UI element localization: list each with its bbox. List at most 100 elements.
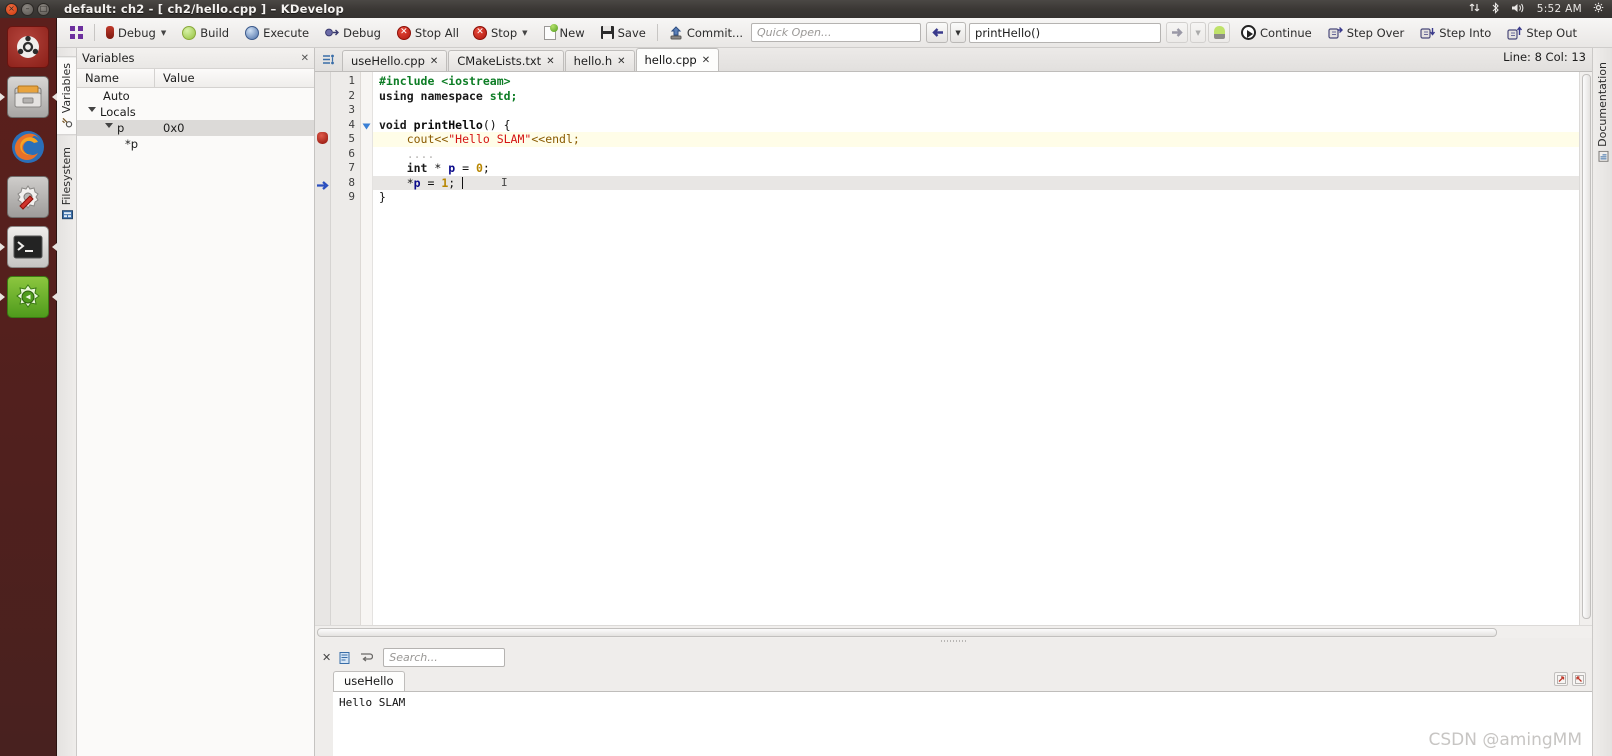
save-icon [600,26,614,39]
layout-grid-button[interactable] [62,21,88,45]
close-output-panel-icon[interactable]: ✕ [322,651,331,664]
commit-label: Commit... [686,25,744,40]
line-number: 5 [348,132,355,145]
code-editor[interactable]: 1 2 3 4 5 6 7 8 9 #include <iostream> us… [315,72,1592,625]
chevron-down-icon[interactable] [105,123,113,131]
step-into-button[interactable]: Step Into [1415,21,1496,45]
list-view-icon[interactable] [338,650,352,664]
new-file-button[interactable]: New [539,21,590,45]
detach-output-button[interactable] [1554,672,1568,686]
launcher-item-terminal[interactable] [4,222,53,271]
firefox-icon [7,126,49,168]
commit-icon [669,25,683,40]
save-button[interactable]: Save [596,21,651,45]
tab-useHello-cpp[interactable]: useHello.cpp ✕ [342,50,448,71]
launcher-item-ubuntu-dash[interactable] [4,22,53,71]
launcher-item-files[interactable] [4,72,53,121]
execute-icon [245,25,260,40]
code-token: std; [489,88,518,103]
breakpoint-marker[interactable] [317,132,328,144]
chevron-down-icon[interactable] [88,107,96,115]
hint-bulb-button[interactable] [1208,22,1231,43]
table-row[interactable]: Locals [77,104,314,120]
nav-forward-button[interactable] [1166,22,1189,43]
close-icon[interactable]: ✕ [430,56,438,67]
close-window-button[interactable]: × [5,2,18,16]
nav-forward-dropdown[interactable]: ▼ [1190,22,1207,43]
filesystem-tab-label: Filesystem [60,147,73,206]
word-wrap-icon[interactable] [359,650,374,664]
commit-button[interactable]: Commit... [664,21,748,45]
editor-horizontal-scrollbar[interactable] [315,625,1592,638]
variable-value: 0x0 [163,121,185,135]
tab-hello-cpp[interactable]: hello.cpp ✕ [635,48,720,71]
stop-button[interactable]: ✕ Stop ▼ [468,21,533,45]
console-output[interactable]: Hello SLAM CSDN @amingMM [333,672,1592,756]
launcher-item-kdevelop[interactable] [4,272,53,321]
step-out-button[interactable]: Step Out [1502,21,1582,45]
scrollbar-thumb[interactable] [1582,74,1591,619]
table-row[interactable]: *p [77,136,314,152]
minimize-window-button[interactable]: – [21,2,34,16]
document-list-icon[interactable] [321,52,337,68]
clock[interactable]: 5:52 AM [1537,3,1582,15]
sidebar-item-documentation[interactable]: Documentation [1593,56,1612,168]
bluetooth-icon[interactable] [1491,1,1500,17]
sidebar-item-variables[interactable]: Variables [57,56,77,136]
code-token: void [379,117,414,132]
close-icon[interactable]: ✕ [617,56,625,67]
code-line: using namespace std; [379,89,1579,104]
scrollbar-thumb-horizontal[interactable] [317,628,1497,637]
variables-panel-title: Variables [82,51,135,65]
code-token: ; [448,175,463,190]
build-button[interactable]: Build [177,21,234,45]
code-line-current: cout<<"Hello SLAM"<<endl; [373,132,1579,147]
step-over-button[interactable]: Step Over [1323,21,1410,45]
quick-open-input[interactable]: Quick Open... [751,23,922,42]
code-token: "Hello SLAM" [448,132,532,146]
bulb-icon [1213,26,1225,39]
sidebar-item-filesystem[interactable]: Filesystem [57,141,76,226]
nav-back-button[interactable] [926,22,949,43]
variables-table-body: Auto Locals p 0x0 *p [77,88,314,152]
column-header-name[interactable]: Name [77,69,155,87]
nav-back-dropdown[interactable]: ▼ [950,22,967,43]
network-icon[interactable] [1469,2,1480,16]
tab-label: hello.h [573,54,613,68]
tab-CMakeLists-txt[interactable]: CMakeLists.txt ✕ [448,50,564,71]
variable-name: Locals [100,105,136,119]
code-token: <<endl; [531,132,580,146]
step-into-label: Step Into [1439,25,1492,40]
debug-profile-button[interactable]: Debug ▼ [101,21,171,45]
tab-useHello-output[interactable]: useHello [333,671,405,691]
debug-run-button[interactable]: Debug [320,21,386,45]
stop-icon: ✕ [472,25,487,40]
tab-label: CMakeLists.txt [457,54,542,68]
launcher-item-firefox[interactable] [4,122,53,171]
variables-panel: Variables ✕ Name Value Auto Locals p 0x0… [77,48,315,756]
continue-button[interactable]: Continue [1236,21,1317,45]
table-row[interactable]: p 0x0 [77,120,314,136]
maximize-window-button[interactable]: □ [37,2,50,16]
volume-icon[interactable] [1511,2,1526,17]
panel-splitter[interactable] [315,638,1592,644]
code-folding-gutter[interactable] [361,72,373,625]
function-scope-input[interactable]: printHello() [969,22,1162,43]
output-search-input[interactable]: Search... [383,647,506,667]
execute-button[interactable]: Execute [240,21,314,45]
code-text-area[interactable]: #include <iostream> using namespace std;… [373,72,1579,625]
close-icon[interactable]: ✕ [546,56,554,67]
close-panel-icon[interactable]: ✕ [301,53,309,64]
table-row[interactable]: Auto [77,88,314,104]
editor-vertical-scrollbar[interactable] [1579,72,1592,625]
launcher-item-settings[interactable] [4,172,53,221]
tab-hello-h[interactable]: hello.h ✕ [564,50,635,71]
column-header-value[interactable]: Value [155,71,195,85]
gear-icon[interactable] [1593,2,1604,16]
breakpoint-gutter[interactable] [315,72,331,625]
fold-marker[interactable] [361,118,372,133]
close-icon[interactable]: ✕ [702,55,710,66]
main-toolbar: Debug ▼ Build Execute Debug ✕ Stop All ✕… [57,18,1612,48]
close-output-button[interactable] [1572,672,1586,686]
stop-all-button[interactable]: ✕ Stop All [392,21,464,45]
